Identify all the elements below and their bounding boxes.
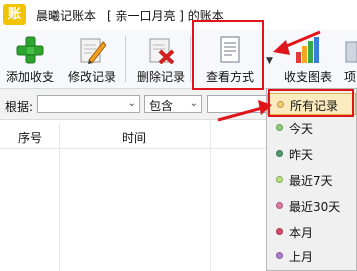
menu-item-this-month[interactable]: 本月: [267, 221, 356, 243]
add-record-button[interactable]: 添加收支: [2, 34, 58, 86]
menu-item-last-30-days[interactable]: 最近30天: [267, 195, 356, 217]
menu-dot-icon: [276, 228, 283, 235]
delete-record-button[interactable]: 删除记录: [133, 34, 189, 86]
annotation-highlight-box: [268, 89, 354, 117]
chart-button[interactable]: 收支图表: [280, 34, 336, 86]
toolbar-separator: [190, 36, 191, 82]
menu-item-label: 今天: [289, 122, 314, 136]
more-label: 项: [344, 70, 357, 84]
chevron-down-icon: ⌄: [189, 98, 198, 109]
menu-dot-icon: [276, 124, 283, 131]
edit-pencil-icon: [80, 38, 106, 64]
filter-operator-value: 包含: [149, 99, 174, 113]
menu-item-last-7-days[interactable]: 最近7天: [267, 169, 356, 191]
bar-chart-icon: [296, 37, 319, 63]
menu-item-label: 最近30天: [289, 200, 341, 214]
truncated-icon: [345, 41, 357, 63]
menu-item-label: 最近7天: [289, 174, 333, 188]
menu-dot-icon: [276, 252, 283, 259]
app-logo-icon: 账: [3, 4, 26, 25]
column-header-time[interactable]: 时间: [122, 129, 146, 146]
column-divider: [210, 122, 211, 271]
toolbar-separator: [125, 36, 126, 82]
column-header-index[interactable]: 序号: [18, 129, 42, 146]
add-record-label: 添加收支: [5, 70, 54, 84]
menu-item-today[interactable]: 今天: [267, 117, 356, 139]
filter-field-select[interactable]: ⌄: [37, 95, 140, 113]
title-bar: 账 晨曦记账本 [ 亲一口月亮 ] 的账本: [0, 0, 357, 30]
filter-operator-select[interactable]: 包含 ⌄: [144, 95, 202, 113]
chart-label: 收支图表: [283, 70, 332, 84]
menu-item-yesterday[interactable]: 昨天: [267, 143, 356, 165]
view-mode-dropdown-arrow-icon[interactable]: ▼: [266, 56, 273, 66]
app-name: 晨曦记账本: [36, 9, 97, 23]
menu-dot-icon: [276, 202, 283, 209]
menu-dot-icon: [276, 150, 283, 157]
menu-dot-icon: [276, 176, 283, 183]
edit-record-button[interactable]: 修改记录: [64, 34, 120, 86]
menu-item-label: 上月: [289, 250, 314, 264]
chevron-down-icon: ⌄: [127, 98, 136, 109]
menu-item-label: 昨天: [289, 148, 314, 162]
menu-item-last-month[interactable]: 上月: [267, 245, 356, 267]
more-button[interactable]: 项: [336, 34, 357, 86]
delete-record-label: 删除记录: [136, 70, 185, 84]
annotation-highlight-box: [192, 20, 264, 90]
column-divider: [59, 122, 60, 271]
delete-x-icon: [149, 38, 175, 64]
toolbar: 添加收支 修改记录 删除记录 查看方式 ▼ 收支图表 项: [0, 30, 357, 89]
filter-keyword-input[interactable]: [207, 95, 271, 113]
edit-record-label: 修改记录: [67, 70, 116, 84]
menu-item-label: 本月: [289, 226, 314, 240]
green-plus-icon: [16, 36, 44, 64]
filter-label: 根据:: [5, 100, 34, 114]
